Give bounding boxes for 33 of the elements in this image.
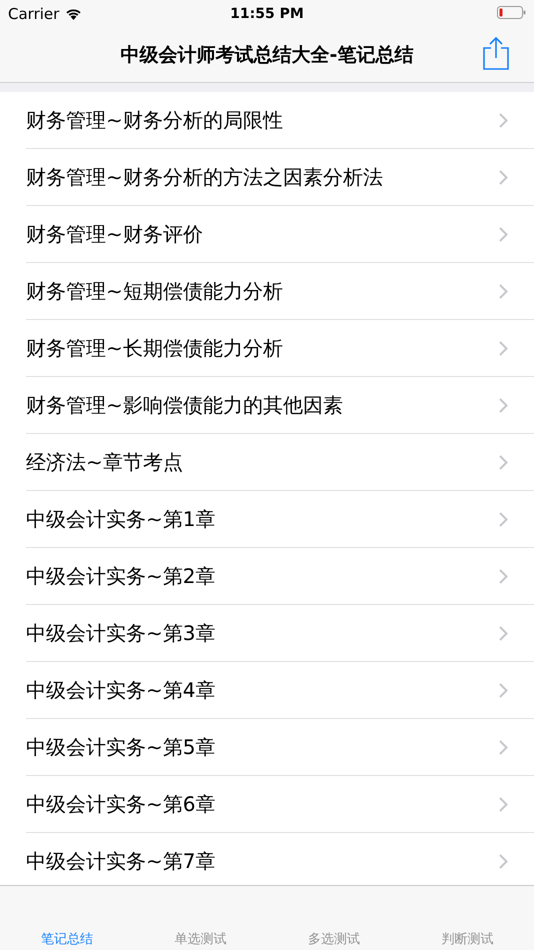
chevron-icon [499,568,508,584]
chevron-icon [499,740,508,754]
nav-title: 中级会计师考试总结大全-笔记总结 [120,43,414,68]
chevron-icon [499,512,508,526]
chevron-icon [499,454,508,470]
list-item[interactable]: 中级会计实务~第5章 [26,719,534,776]
list-item[interactable]: 中级会计实务~第4章 [26,662,534,719]
list-item[interactable]: 中级会计实务~第6章 [26,776,534,833]
chevron-icon [499,796,508,812]
share-icon[interactable] [483,36,509,70]
chevron-icon [499,170,508,184]
list-item[interactable]: 财务管理~财务分析的方法之因素分析法 [26,149,534,206]
list-item[interactable]: 财务管理~短期偿债能力分析 [26,263,534,320]
chevron-icon [499,226,508,242]
list-item[interactable]: 财务管理~长期偿债能力分析 [26,320,534,377]
chevron-icon [499,112,508,128]
chevron-icon [499,682,508,698]
list-item[interactable]: 财务管理~影响偿债能力的其他因素 [26,377,534,434]
wifi-icon [65,8,82,20]
chevron-icon [499,398,508,412]
clock-time: 11:55 PM [230,6,304,22]
list-item[interactable]: 财务管理~财务分析的局限性 [26,92,534,149]
list-item[interactable]: 财务管理~财务评价 [26,206,534,263]
list-item[interactable]: 中级会计实务~第2章 [26,548,534,605]
list-item[interactable]: 中级会计实务~第1章 [26,491,534,548]
battery-icon [497,6,526,19]
carrier-label: Carrier [8,5,60,23]
chevron-icon [499,626,508,640]
list-item[interactable]: 经济法~章节考点 [26,434,534,491]
chevron-icon [499,284,508,298]
chevron-icon [499,854,508,868]
list-item[interactable]: 中级会计实务~第3章 [26,605,534,662]
chevron-icon [499,340,508,356]
